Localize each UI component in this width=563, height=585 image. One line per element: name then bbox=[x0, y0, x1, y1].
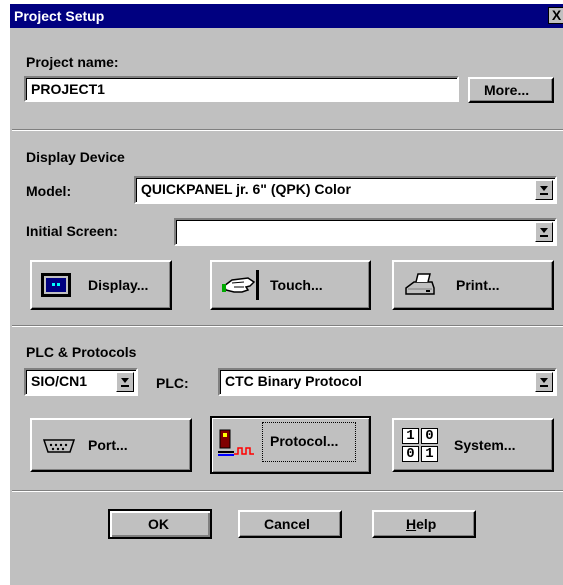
plc-label: PLC: bbox=[156, 375, 189, 391]
title-bar: Project Setup X bbox=[10, 4, 563, 28]
display-button-label: Display... bbox=[88, 277, 149, 293]
plc-select[interactable]: CTC Binary Protocol bbox=[218, 368, 557, 396]
cancel-button[interactable]: Cancel bbox=[238, 510, 342, 538]
plc-section-title: PLC & Protocols bbox=[26, 344, 137, 360]
plc-select-value: CTC Binary Protocol bbox=[225, 373, 362, 389]
monitor-icon bbox=[41, 273, 71, 297]
binary-digit: 0 bbox=[402, 446, 419, 462]
touch-button[interactable]: Touch... bbox=[210, 260, 371, 310]
help-button-label: Help bbox=[406, 516, 436, 532]
protocol-icon bbox=[218, 429, 254, 456]
separator bbox=[12, 129, 563, 131]
serial-port-icon bbox=[42, 439, 76, 453]
binary-icon: 1 0 0 1 bbox=[402, 428, 440, 464]
system-button-label: System... bbox=[454, 437, 516, 453]
binary-digit: 1 bbox=[421, 446, 438, 462]
printer-icon bbox=[405, 273, 435, 295]
model-label: Model: bbox=[26, 183, 72, 199]
dropdown-arrow-icon[interactable] bbox=[116, 372, 134, 392]
more-button-label: More... bbox=[484, 82, 530, 98]
cancel-button-label: Cancel bbox=[264, 516, 310, 532]
binary-digit: 0 bbox=[421, 428, 438, 444]
initial-screen-label: Initial Screen: bbox=[26, 223, 118, 239]
dropdown-arrow-icon[interactable] bbox=[535, 180, 553, 200]
project-name-input[interactable]: PROJECT1 bbox=[24, 76, 459, 102]
port-select[interactable]: SIO/CN1 bbox=[24, 368, 138, 396]
project-name-value: PROJECT1 bbox=[31, 81, 105, 97]
port-select-value: SIO/CN1 bbox=[31, 373, 88, 389]
protocol-button[interactable]: Protocol... bbox=[210, 416, 371, 474]
project-name-label: Project name: bbox=[26, 54, 119, 70]
print-button-label: Print... bbox=[456, 277, 500, 293]
binary-digit: 1 bbox=[402, 428, 419, 444]
protocol-button-label: Protocol... bbox=[270, 433, 339, 449]
dropdown-arrow-icon[interactable] bbox=[535, 222, 553, 242]
print-button[interactable]: Print... bbox=[392, 260, 554, 310]
initial-screen-select[interactable] bbox=[174, 218, 557, 246]
window-title: Project Setup bbox=[14, 8, 105, 24]
help-mnemonic: H bbox=[406, 516, 417, 532]
display-button[interactable]: Display... bbox=[30, 260, 172, 310]
display-device-section-title: Display Device bbox=[26, 149, 125, 165]
more-button[interactable]: More... bbox=[468, 77, 554, 103]
close-button[interactable]: X bbox=[548, 7, 563, 24]
touch-hand-icon bbox=[222, 270, 259, 300]
help-rest: elp bbox=[416, 516, 437, 532]
model-select[interactable]: QUICKPANEL jr. 6" (QPK) Color bbox=[134, 176, 557, 204]
ok-button[interactable]: OK bbox=[108, 509, 212, 539]
help-button[interactable]: Help bbox=[372, 510, 476, 538]
separator bbox=[12, 325, 563, 327]
system-button[interactable]: 1 0 0 1 System... bbox=[392, 418, 554, 472]
project-setup-dialog: Project Setup X Project name: PROJECT1 M… bbox=[8, 4, 563, 585]
close-icon: X bbox=[551, 7, 562, 23]
port-button[interactable]: Port... bbox=[30, 418, 192, 472]
dropdown-arrow-icon[interactable] bbox=[535, 372, 553, 392]
port-button-label: Port... bbox=[88, 437, 128, 453]
model-select-value: QUICKPANEL jr. 6" (QPK) Color bbox=[141, 181, 351, 197]
separator bbox=[12, 490, 563, 492]
touch-button-label: Touch... bbox=[270, 277, 323, 293]
ok-button-label: OK bbox=[148, 516, 169, 532]
